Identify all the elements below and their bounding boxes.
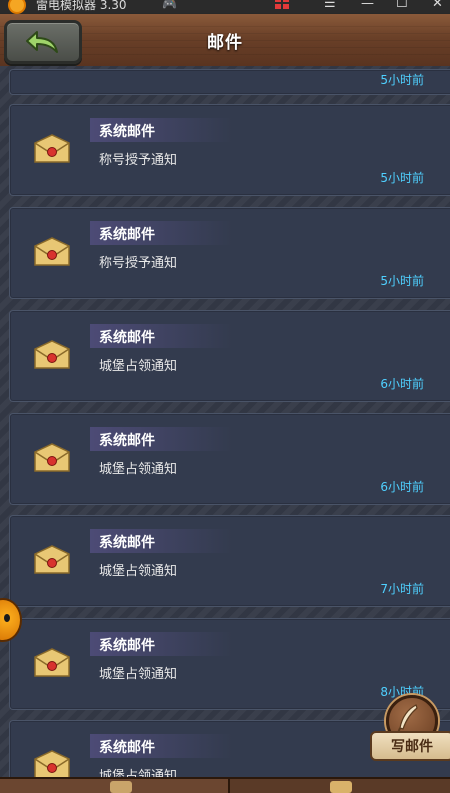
mail-envelope-icon bbox=[34, 545, 70, 574]
page-title: 邮件 bbox=[207, 33, 243, 53]
menu-icon[interactable]: ☰ bbox=[324, 0, 336, 11]
tab-left-icon bbox=[110, 781, 132, 793]
mail-envelope-icon bbox=[34, 134, 70, 163]
mail-subject: 城堡占领通知 bbox=[99, 462, 178, 477]
mail-subject: 城堡占领通知 bbox=[99, 564, 178, 579]
write-mail-label: 写邮件 bbox=[370, 731, 450, 761]
mail-envelope-icon bbox=[34, 443, 70, 472]
close-icon[interactable]: ✕ bbox=[432, 0, 443, 11]
write-mail-button[interactable]: 写邮件 bbox=[370, 695, 450, 761]
emulator-title: 雷电模拟器 3.30 bbox=[36, 0, 127, 12]
mail-time: 7小时前 bbox=[380, 582, 424, 596]
mail-time: 6小时前 bbox=[380, 377, 424, 391]
mail-subject: 称号授予通知 bbox=[99, 256, 178, 271]
mail-time: 5小时前 bbox=[380, 171, 424, 185]
mail-time: 6小时前 bbox=[380, 480, 424, 494]
list-item[interactable]: 系统邮件 称号授予通知 5小时前 bbox=[9, 207, 450, 299]
mail-envelope-icon bbox=[34, 237, 70, 266]
emulator-title-bar: 雷电模拟器 3.30 🎮 ☰ — ☐ ✕ bbox=[0, 0, 450, 14]
mail-subject: 称号授予通知 bbox=[99, 153, 178, 168]
mail-subject: 城堡占领通知 bbox=[99, 667, 178, 682]
mail-sender: 系统邮件 bbox=[99, 433, 155, 449]
mail-sender: 系统邮件 bbox=[99, 124, 155, 140]
grid-icon[interactable] bbox=[275, 0, 289, 9]
maximize-icon[interactable]: ☐ bbox=[396, 0, 408, 11]
mail-sender: 系统邮件 bbox=[99, 227, 155, 243]
mail-time: 5小时前 bbox=[380, 73, 424, 87]
mail-sender: 系统邮件 bbox=[99, 638, 155, 654]
minimize-icon[interactable]: — bbox=[361, 0, 374, 11]
list-item[interactable]: 系统邮件 城堡占领通知 6小时前 bbox=[9, 413, 450, 505]
header-bar: 邮件 bbox=[0, 14, 450, 69]
mail-list[interactable]: 5小时前 系统邮件 称号授予通知 5小时前 系统邮件 称号授予通知 5小时前 系… bbox=[0, 66, 450, 791]
emulator-logo-icon bbox=[8, 0, 26, 14]
mail-subject: 城堡占领通知 bbox=[99, 359, 178, 374]
mail-envelope-icon bbox=[34, 340, 70, 369]
gamepad-icon[interactable]: 🎮 bbox=[162, 0, 177, 11]
list-item[interactable]: 系统邮件 称号授予通知 5小时前 bbox=[9, 104, 450, 196]
tab-right-icon bbox=[330, 781, 352, 793]
list-item[interactable]: 系统邮件 城堡占领通知 7小时前 bbox=[9, 515, 450, 607]
mail-sender: 系统邮件 bbox=[99, 535, 155, 551]
mail-sender: 系统邮件 bbox=[99, 740, 155, 756]
mail-time: 5小时前 bbox=[380, 274, 424, 288]
list-item[interactable]: 系统邮件 城堡占领通知 6小时前 bbox=[9, 310, 450, 402]
mail-envelope-icon bbox=[34, 648, 70, 677]
mail-sender: 系统邮件 bbox=[99, 330, 155, 346]
list-item[interactable]: 5小时前 bbox=[9, 69, 450, 95]
